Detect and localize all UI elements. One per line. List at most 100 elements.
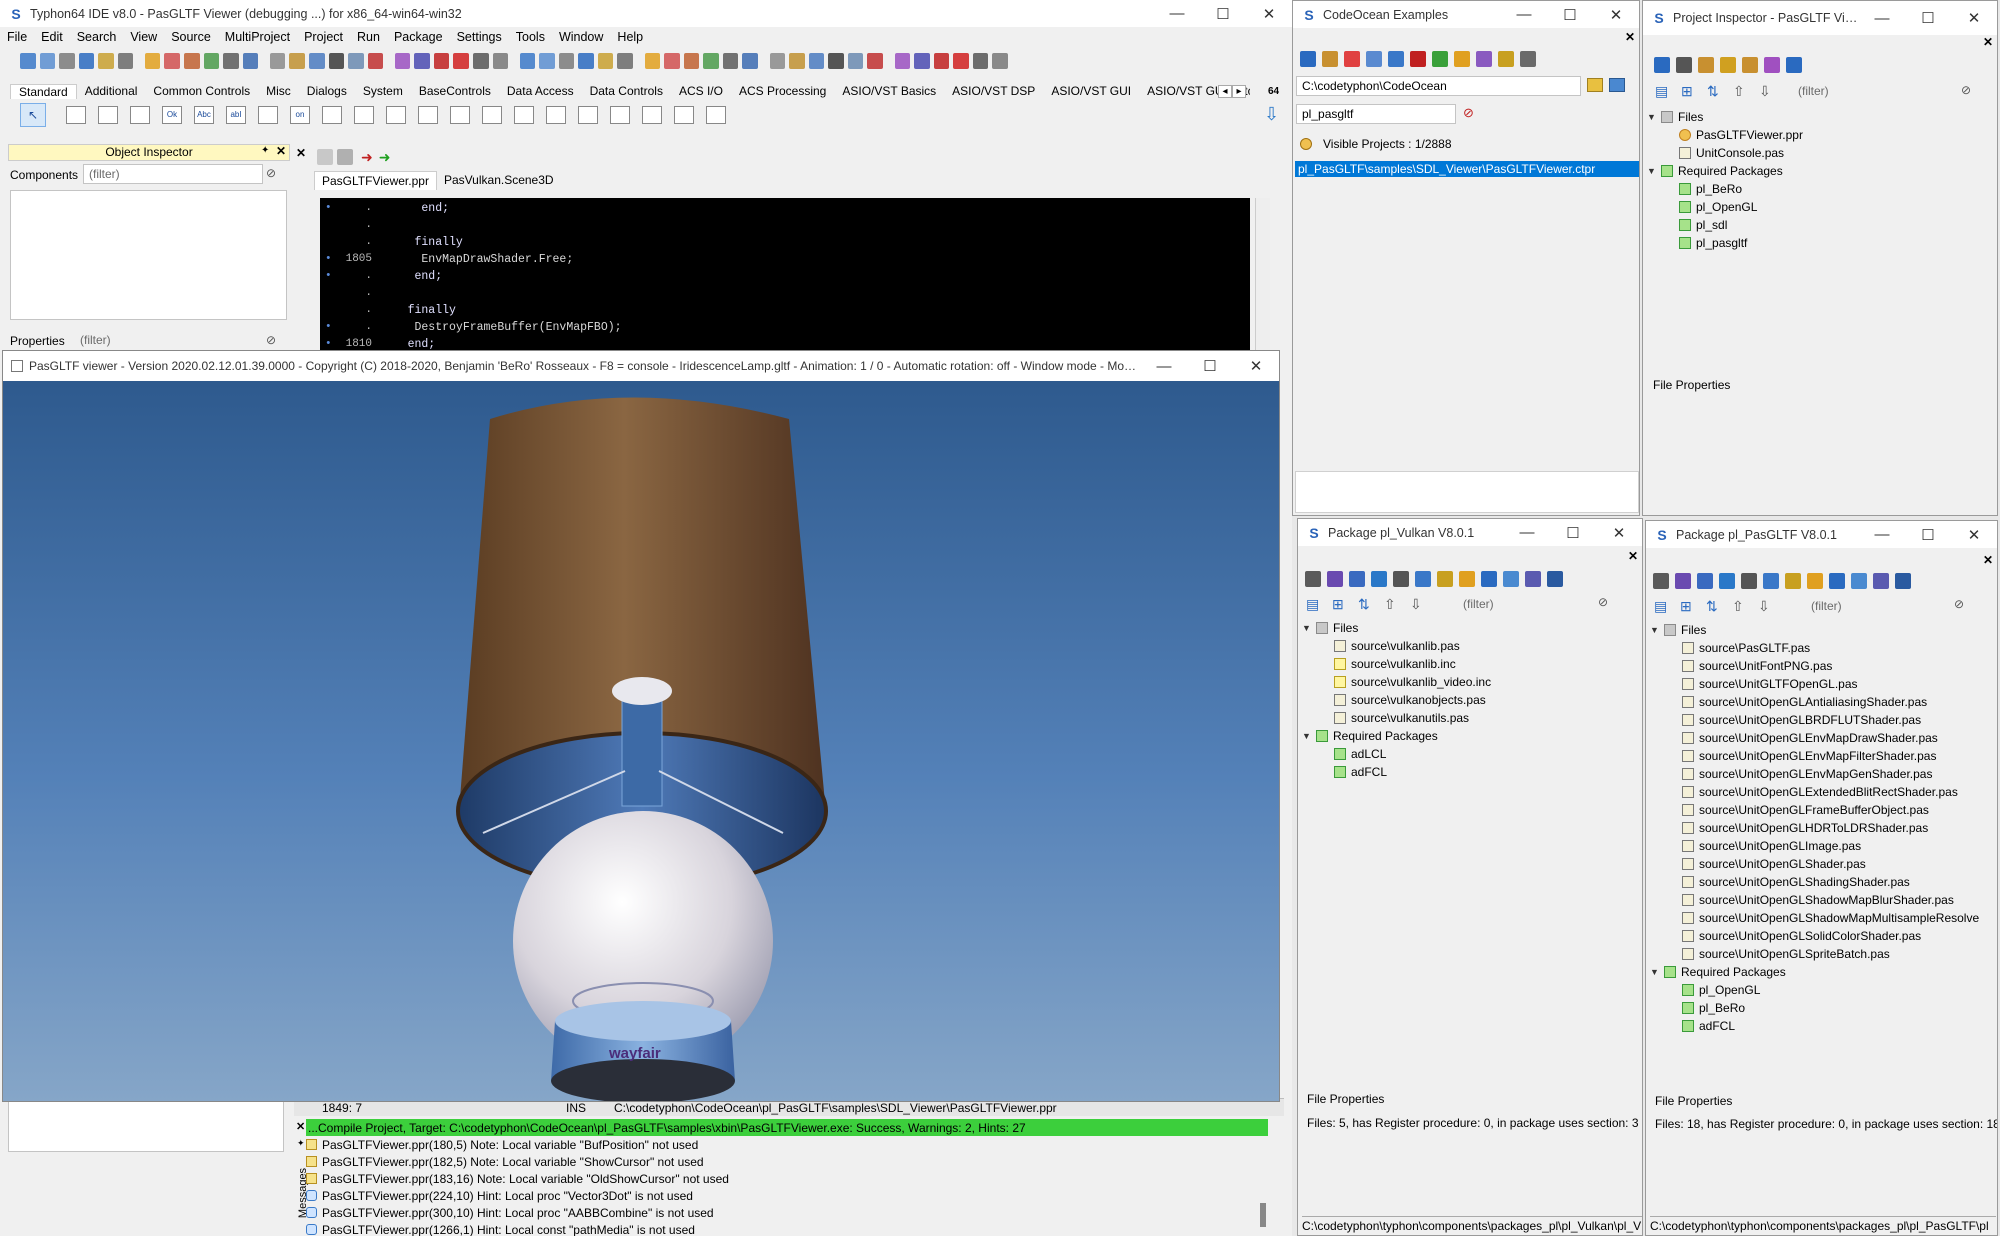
selected-project-item[interactable]: pl_PasGLTF\samples\SDL_Viewer\PasGLTFVie…	[1295, 161, 1639, 177]
code-editor[interactable]: •. end;.. finally • 1805 EnvMapDrawShader.…	[320, 198, 1250, 354]
panel-tool-icon[interactable]	[1415, 571, 1431, 587]
panel-tool-icon[interactable]	[1895, 573, 1911, 589]
palette-component-icon[interactable]	[674, 106, 694, 124]
move-up-icon[interactable]: ⇧	[1732, 598, 1750, 615]
tree-item[interactable]: source\vulkanobjects.pas	[1302, 691, 1622, 709]
toolbar-button-icon[interactable]	[472, 53, 489, 69]
components-filter-clear-icon[interactable]: ⊘	[266, 166, 276, 180]
menu-multiproject[interactable]: MultiProject	[218, 30, 297, 44]
tree-item[interactable]: pl_BeRo	[1650, 999, 1995, 1017]
list-view-icon[interactable]: ▤	[1655, 83, 1673, 100]
palette-component-icon[interactable]: Ok	[162, 106, 182, 124]
toolbar-button-icon[interactable]	[519, 53, 536, 69]
toolbar-button-icon[interactable]	[492, 53, 509, 69]
panel-tool-icon[interactable]	[1498, 51, 1514, 67]
palette-component-icon[interactable]: abI	[226, 106, 246, 124]
tree-item[interactable]: source\UnitOpenGLAntialiasingShader.pas	[1650, 693, 1995, 711]
menu-run[interactable]: Run	[350, 30, 387, 44]
palette-tab-system[interactable]: System	[355, 84, 411, 98]
close-button[interactable]: ✕	[1246, 5, 1292, 23]
toolbar-button-icon[interactable]	[617, 53, 633, 69]
tree-item[interactable]: PasGLTFViewer.ppr	[1647, 126, 1977, 144]
tree-item[interactable]: source\UnitOpenGLExtendedBlitRectShader.…	[1650, 783, 1995, 801]
menu-window[interactable]: Window	[552, 30, 610, 44]
panel-tool-icon[interactable]	[1454, 51, 1470, 67]
codeocean-path-input[interactable]: C:\codetyphon\CodeOcean	[1296, 76, 1581, 96]
toolbar-button-icon[interactable]	[914, 53, 930, 69]
tree-item[interactable]: UnitConsole.pas	[1647, 144, 1977, 162]
breakpoint-marker[interactable]: •	[325, 253, 332, 265]
selection-pointer-icon[interactable]: ↖	[20, 103, 46, 127]
palette-tab-standard[interactable]: Standard	[10, 83, 77, 99]
tree-item[interactable]: source\UnitOpenGLShader.pas	[1650, 855, 1995, 873]
codeocean-filter-clear-icon[interactable]: ⊘	[1463, 105, 1474, 121]
toolbar-button-icon[interactable]	[828, 53, 844, 69]
palette-scroll-left-icon[interactable]: ◂	[1218, 84, 1232, 98]
editor-tab-pasvulkan-scene3d[interactable]: PasVulkan.Scene3D	[437, 171, 561, 189]
tree-group[interactable]: ▼ Required Packages	[1302, 727, 1622, 745]
pi-file-tree[interactable]: ▼ Files PasGLTFViewer.ppr UnitConsole.pas ▼ R…	[1647, 108, 1977, 252]
move-down-icon[interactable]: ⇩	[1758, 598, 1776, 615]
move-down-icon[interactable]: ⇩	[1759, 83, 1777, 100]
tree-item[interactable]: source\UnitOpenGLSpriteBatch.pas	[1650, 945, 1995, 963]
pv-filter-input[interactable]: (filter)	[1458, 595, 1590, 615]
toolbar-button-icon[interactable]	[308, 53, 325, 69]
panel-tool-icon[interactable]	[1851, 573, 1867, 589]
move-up-icon[interactable]: ⇧	[1733, 83, 1751, 100]
toolbar-button-icon[interactable]	[933, 53, 950, 69]
toolbar-button-icon[interactable]	[867, 53, 883, 69]
toolbar-button-icon[interactable]	[289, 53, 305, 69]
back-arrow-icon[interactable]: ➜	[361, 149, 373, 166]
move-up-icon[interactable]: ⇧	[1384, 596, 1402, 613]
maximize-button[interactable]: ☐	[1200, 5, 1246, 23]
viewer-minimize-button[interactable]: —	[1141, 358, 1187, 375]
code-line[interactable]: •. end;	[320, 202, 1250, 219]
pi-filter-clear-icon[interactable]: ⊘	[1961, 83, 1971, 97]
sort-icon[interactable]: ⇅	[1706, 598, 1724, 615]
project-inspector-title-bar[interactable]: S Project Inspector - PasGLTF View... — …	[1643, 1, 1997, 35]
panel-tool-icon[interactable]	[1763, 573, 1779, 589]
pv-filter-clear-icon[interactable]: ⊘	[1598, 595, 1608, 609]
pv-minimize-button[interactable]: —	[1504, 524, 1550, 541]
panel-tool-icon[interactable]	[1503, 571, 1519, 587]
pv-maximize-button[interactable]: ☐	[1550, 524, 1596, 542]
code-line[interactable]: •. end;	[320, 270, 1250, 287]
tree-item[interactable]: pl_pasgltf	[1647, 234, 1977, 252]
tree-item[interactable]: source\PasGLTF.pas	[1650, 639, 1995, 657]
tree-item[interactable]: source\vulkanlib.pas	[1302, 637, 1622, 655]
panel-tool-icon[interactable]	[1785, 573, 1801, 589]
pin-icon[interactable]: ✦	[261, 145, 269, 156]
toolbar-button-icon[interactable]	[164, 53, 181, 69]
message-item[interactable]: PasGLTFViewer.ppr(180,5) Note: Local var…	[306, 1136, 1268, 1153]
list-view-icon[interactable]: ▤	[1654, 598, 1672, 615]
toolbar-button-icon[interactable]	[742, 53, 758, 69]
panel-tool-icon[interactable]	[1742, 57, 1758, 73]
palette-component-icon[interactable]	[130, 106, 150, 124]
expand-icon[interactable]: ▼	[1302, 731, 1314, 741]
pi-maximize-button[interactable]: ☐	[1905, 9, 1951, 27]
list-view-icon[interactable]: ▤	[1306, 596, 1324, 613]
palette-component-icon[interactable]	[578, 106, 598, 124]
message-item[interactable]: PasGLTFViewer.ppr(183,16) Note: Local va…	[306, 1170, 1268, 1187]
properties-filter-input[interactable]: (filter)	[78, 331, 268, 349]
breakpoint-marker[interactable]: •	[325, 321, 332, 333]
panel-tool-icon[interactable]	[1481, 571, 1497, 587]
palette-component-icon[interactable]	[546, 106, 566, 124]
menu-source[interactable]: Source	[164, 30, 218, 44]
tree-item[interactable]: pl_OpenGL	[1647, 198, 1977, 216]
tree-view-icon[interactable]: ⊞	[1680, 598, 1698, 615]
toolbar-button-icon[interactable]	[894, 53, 911, 69]
tree-item[interactable]: source\vulkanlib_video.inc	[1302, 673, 1622, 691]
ide-title-bar[interactable]: S Typhon64 IDE v8.0 - PasGLTF Viewer (de…	[0, 0, 1292, 27]
panel-tool-icon[interactable]	[1764, 57, 1780, 73]
toolbar-button-icon[interactable]	[453, 53, 469, 69]
viewer-maximize-button[interactable]: ☐	[1187, 357, 1233, 375]
tree-item[interactable]: adFCL	[1302, 763, 1622, 781]
palette-component-icon[interactable]	[514, 106, 534, 124]
panel-tool-icon[interactable]	[1344, 51, 1360, 67]
toolbar-button-icon[interactable]	[847, 53, 864, 69]
code-line[interactable]: • 1805 EnvMapDrawShader.Free;	[320, 253, 1250, 270]
menu-help[interactable]: Help	[610, 30, 650, 44]
tree-item[interactable]: source\UnitGLTFOpenGL.pas	[1650, 675, 1995, 693]
panel-tool-icon[interactable]	[1873, 573, 1889, 589]
